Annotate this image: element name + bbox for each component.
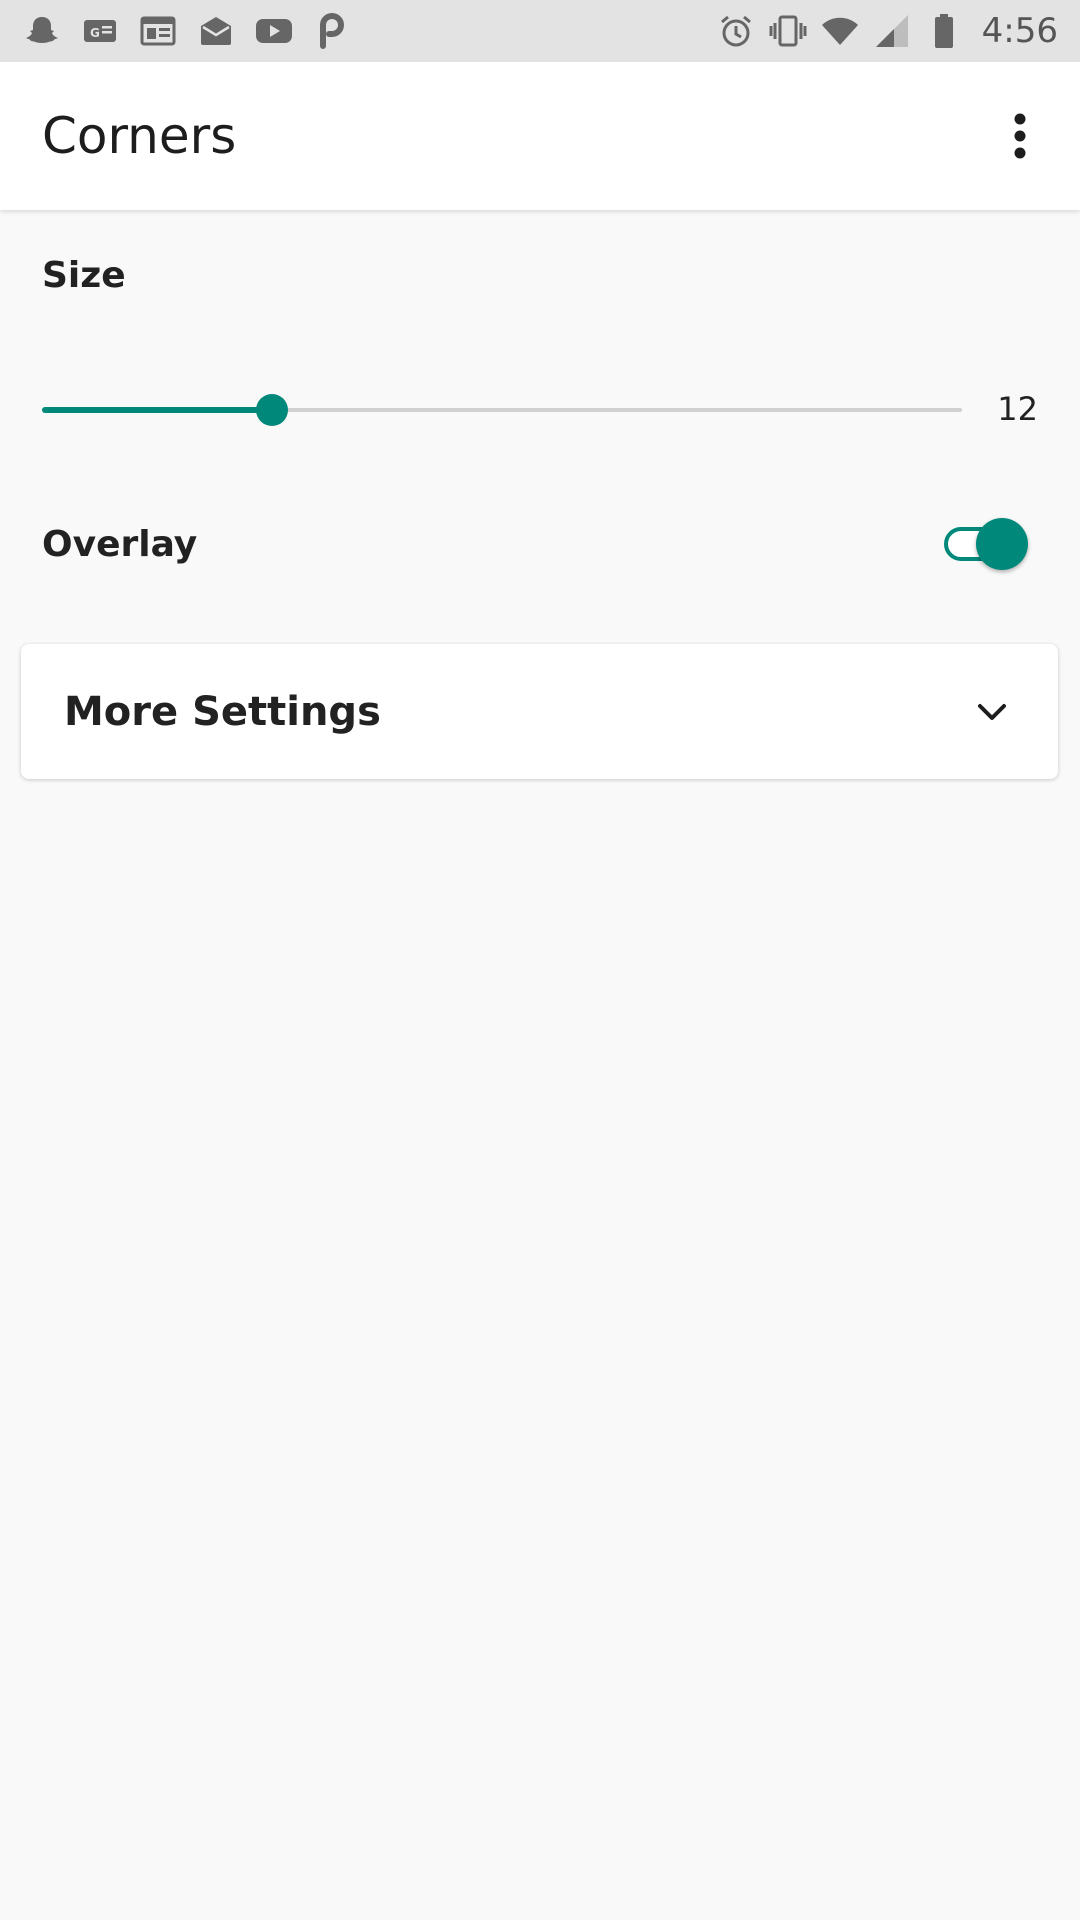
status-bar: G 4:56 — [0, 0, 1080, 62]
toggle-thumb — [976, 518, 1028, 570]
alarm-icon — [716, 11, 756, 51]
newspaper-icon — [138, 11, 178, 51]
wifi-icon — [820, 11, 860, 51]
more-settings-card[interactable]: More Settings — [21, 644, 1058, 779]
more-vert-icon — [1014, 113, 1026, 159]
overlay-label: Overlay — [42, 524, 198, 565]
slider-active-track — [42, 407, 272, 413]
vibrate-icon — [768, 11, 808, 51]
size-label: Size — [42, 255, 126, 296]
more-settings-label: More Settings — [64, 688, 381, 735]
p-app-icon — [312, 11, 352, 51]
snapchat-icon — [22, 11, 62, 51]
more-options-button[interactable] — [988, 104, 1052, 168]
size-slider[interactable] — [42, 386, 962, 434]
battery-icon — [924, 11, 964, 51]
clock: 4:56 — [981, 11, 1058, 51]
notification-icons: G — [22, 11, 370, 51]
google-news-icon: G — [80, 11, 120, 51]
size-value: 12 — [997, 390, 1038, 428]
chevron-down-icon[interactable] — [968, 688, 1016, 736]
youtube-icon — [254, 11, 294, 51]
svg-text:G: G — [90, 26, 100, 40]
system-icons: 4:56 — [716, 11, 1058, 51]
app-bar: Corners — [0, 62, 1080, 210]
overlay-toggle[interactable] — [944, 518, 1030, 572]
slider-thumb[interactable] — [256, 394, 288, 426]
signal-icon — [872, 11, 912, 51]
mail-icon — [196, 11, 236, 51]
page-title: Corners — [42, 107, 237, 165]
